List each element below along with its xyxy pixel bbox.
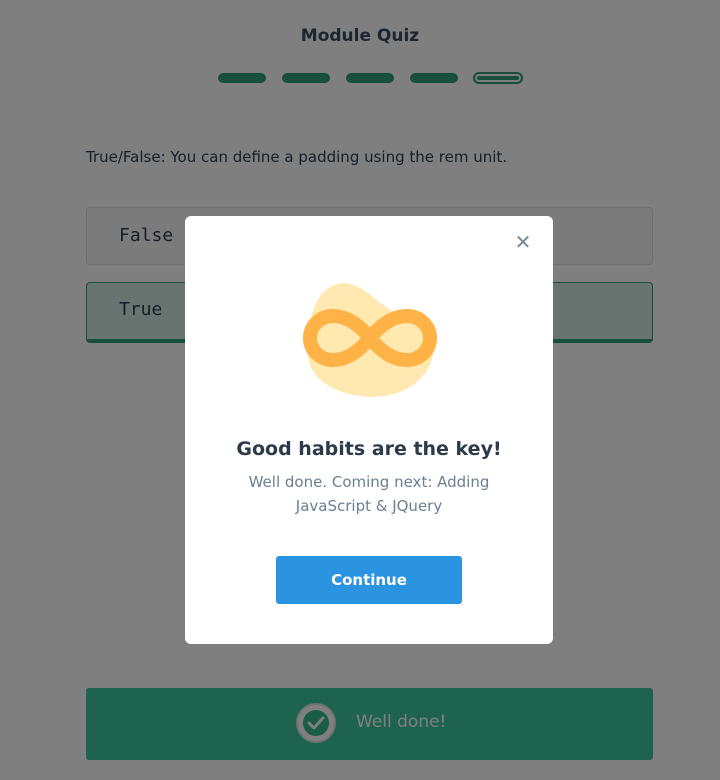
close-icon[interactable]: ✕ <box>513 232 533 252</box>
completion-modal: ✕ Good habits are the key! Well done. Co… <box>185 216 553 644</box>
modal-title: Good habits are the key! <box>236 438 502 460</box>
continue-button[interactable]: Continue <box>276 556 462 604</box>
infinity-icon <box>303 282 437 397</box>
modal-subtitle: Well done. Coming next: Adding JavaScrip… <box>248 473 490 515</box>
